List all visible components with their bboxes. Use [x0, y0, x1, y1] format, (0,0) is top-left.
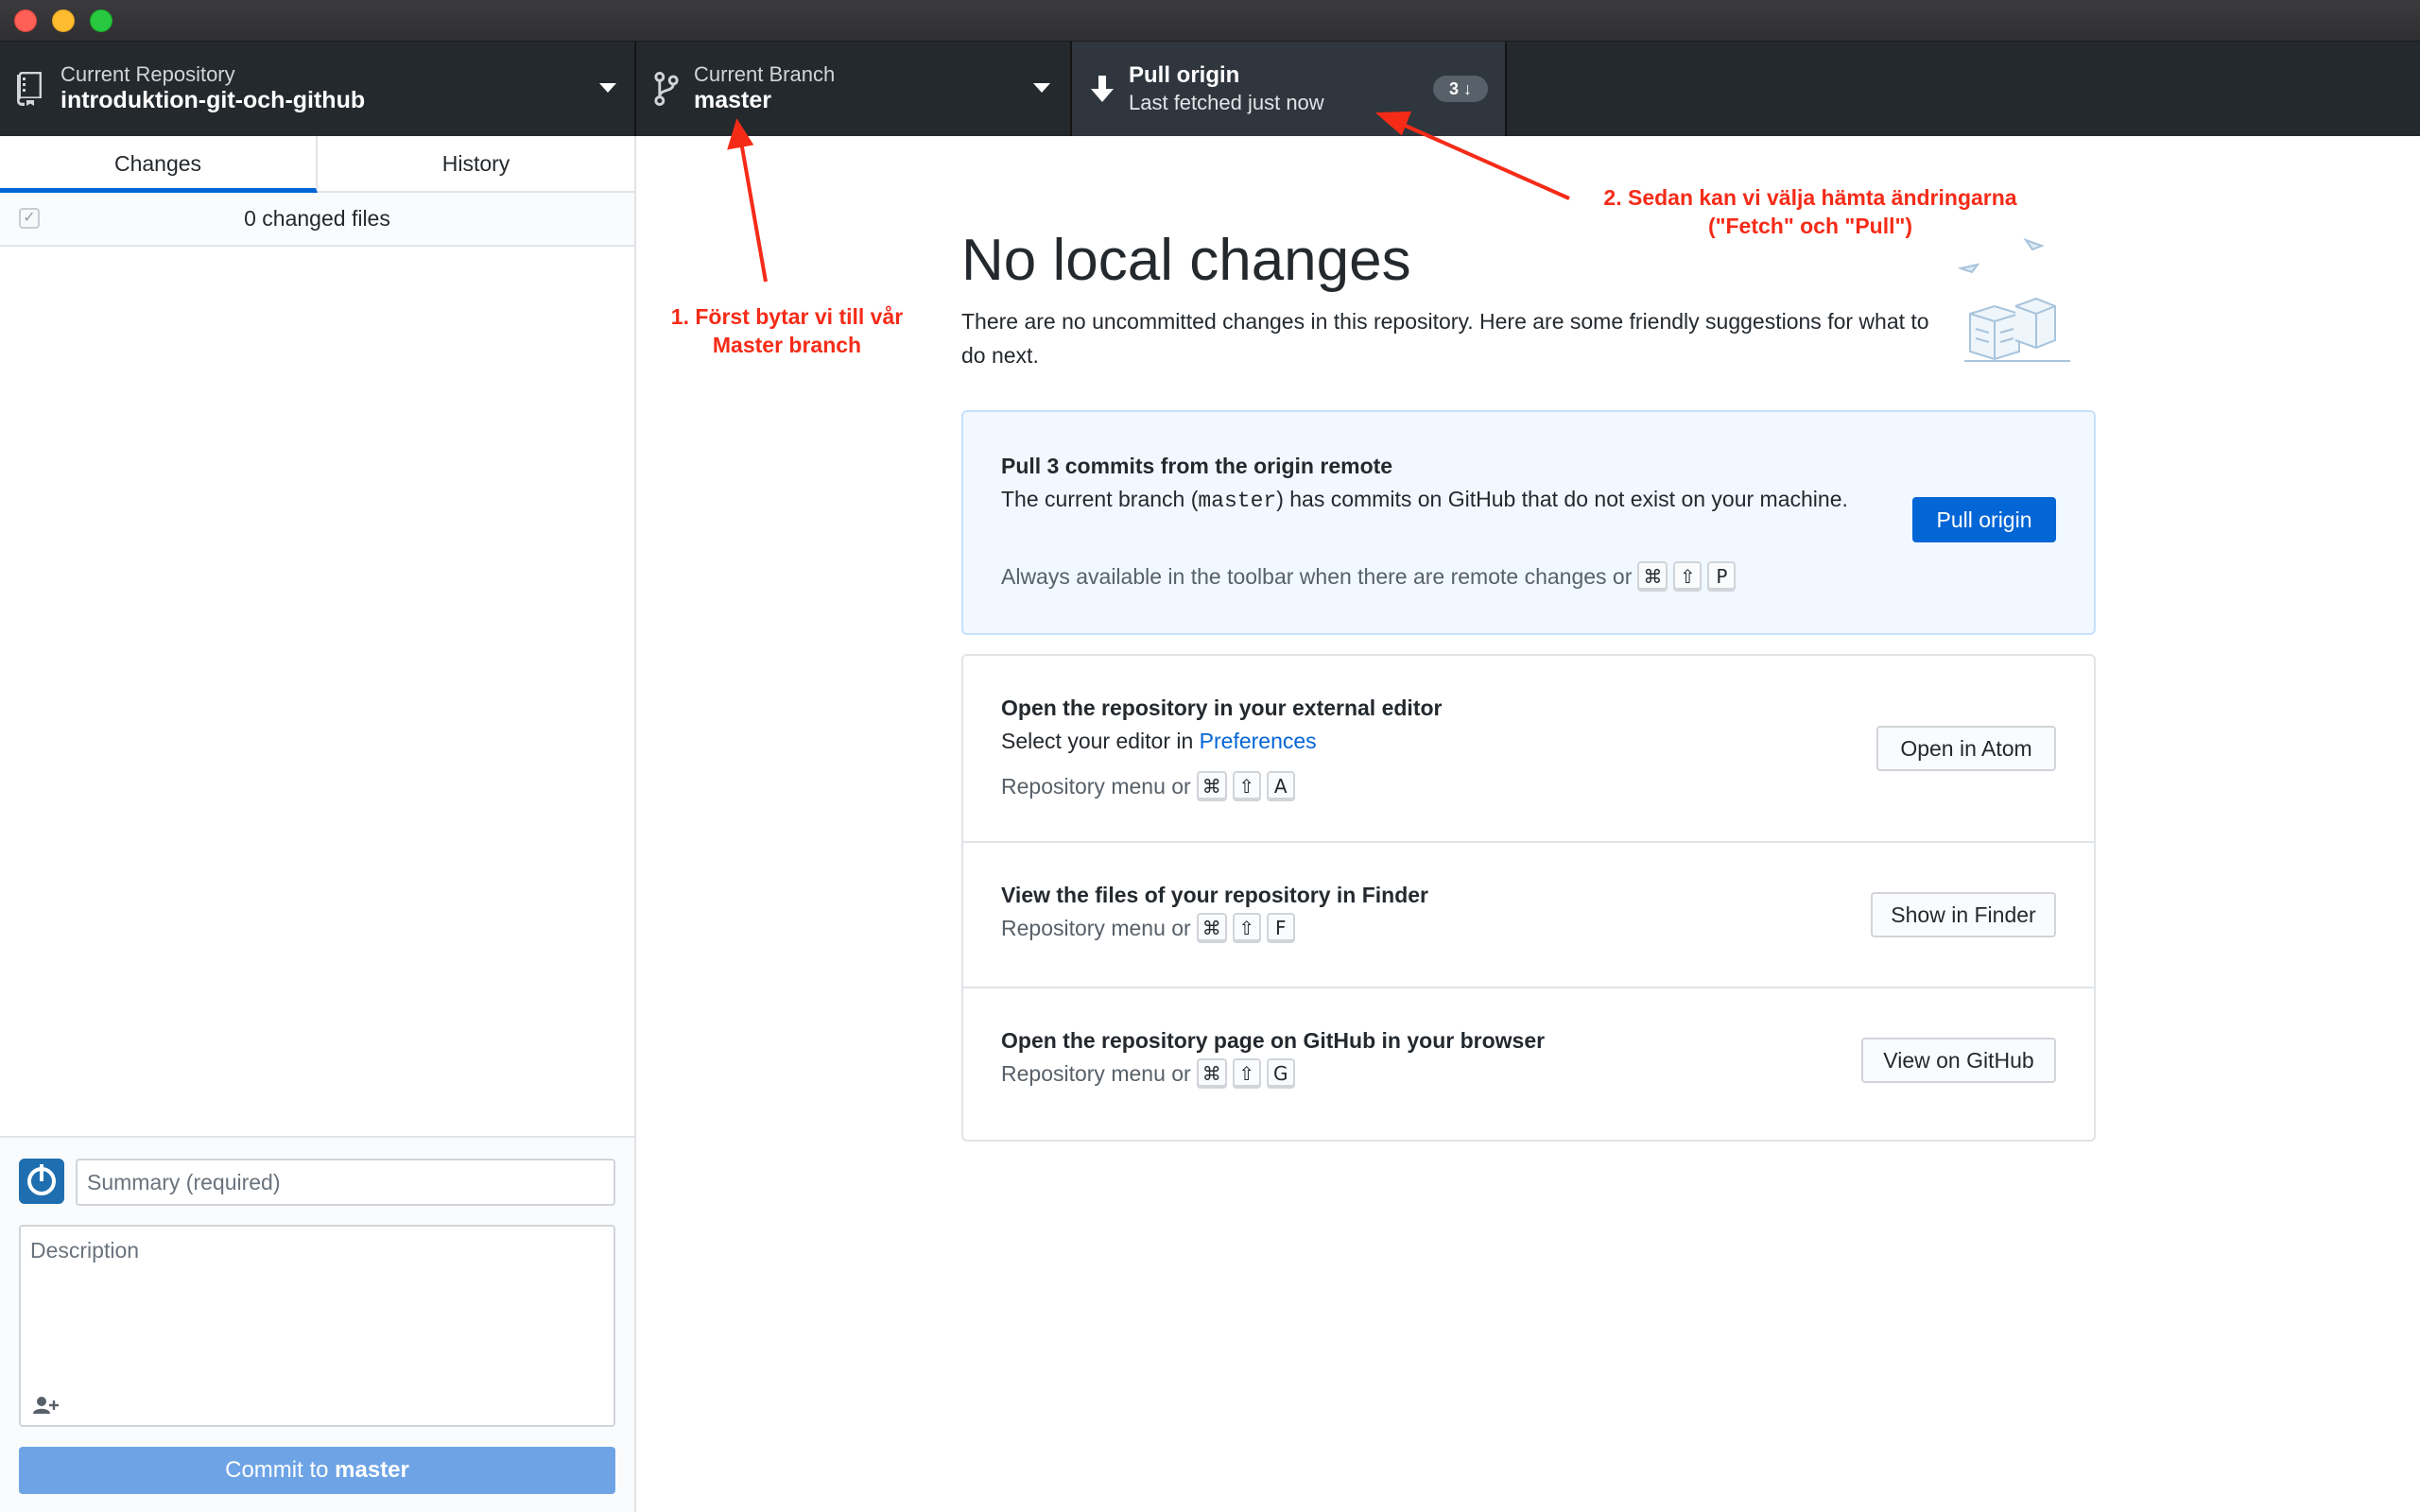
- p-key: P: [1707, 561, 1737, 592]
- open-editor-title: Open the repository in your external edi…: [1001, 696, 1443, 720]
- avatar: [19, 1159, 64, 1204]
- commit-button-prefix: Commit to: [225, 1457, 336, 1483]
- pull-card-text-after: ) has commits on GitHub that do not exis…: [1276, 487, 1848, 511]
- open-editor-hint: Repository menu or ⌘ ⇧ A: [1001, 771, 1295, 801]
- add-coauthor-icon[interactable]: [32, 1393, 60, 1418]
- tab-history[interactable]: History: [318, 136, 634, 193]
- branch-icon: [654, 72, 679, 106]
- select-all-checkbox[interactable]: ✓: [19, 208, 40, 229]
- open-editor-text: Select your editor in Preferences: [1001, 724, 1317, 758]
- intro-text: There are no uncommitted changes in this…: [961, 309, 1929, 368]
- suggestions-group: Open the repository in your external edi…: [961, 654, 2096, 1142]
- show-in-finder-hint: Repository menu or ⌘ ⇧ F: [1001, 913, 1295, 943]
- show-in-finder-card: View the files of your repository in Fin…: [963, 843, 2094, 988]
- pull-suggestion-card: Pull 3 commits from the origin remote Th…: [961, 410, 2096, 635]
- view-on-github-title: Open the repository page on GitHub in yo…: [1001, 1028, 1546, 1053]
- shift-key: ⇧: [1232, 771, 1261, 801]
- open-editor-card: Open the repository in your external edi…: [963, 656, 2094, 843]
- page-title: No local changes: [961, 228, 1411, 293]
- command-key: ⌘: [1637, 561, 1668, 592]
- commit-description-input[interactable]: [21, 1227, 614, 1387]
- commit-button-branch: master: [335, 1457, 409, 1483]
- annotation-step-1: 1. Först bytar vi till vår Master branch: [652, 302, 922, 359]
- view-on-github-card: Open the repository page on GitHub in yo…: [963, 988, 2094, 1140]
- annotation-step-2-line-1: 2. Sedan kan vi välja hämta ändringarna: [1603, 185, 2017, 210]
- repository-name: introduktion-git-och-github: [60, 87, 366, 113]
- arrow-down-icon: [1091, 76, 1114, 102]
- show-in-finder-button[interactable]: Show in Finder: [1871, 892, 2056, 937]
- sidebar-tabs: Changes History: [0, 136, 634, 193]
- tab-changes[interactable]: Changes: [0, 136, 318, 193]
- shift-key: ⇧: [1232, 913, 1261, 943]
- incoming-commits-badge: 3 ↓: [1433, 76, 1488, 102]
- annotation-step-1-line-1: 1. Först bytar vi till vår: [670, 304, 904, 329]
- window-close-button[interactable]: [14, 9, 37, 32]
- view-on-github-button[interactable]: View on GitHub: [1861, 1038, 2056, 1083]
- last-fetched-text: Last fetched just now: [1129, 91, 1324, 114]
- chevron-down-icon: [1033, 83, 1050, 93]
- command-key: ⌘: [1196, 1058, 1227, 1089]
- annotation-step-2-line-2: ("Fetch" och "Pull"): [1707, 214, 1913, 238]
- g-key: G: [1266, 1058, 1295, 1089]
- pull-card-title: Pull 3 commits from the origin remote: [1001, 454, 1393, 478]
- commit-form: Commit to master: [0, 1136, 634, 1512]
- sidebar: Changes History 0 changed files ✓ Commit…: [0, 136, 636, 1512]
- pull-origin-title: Pull origin: [1129, 62, 1240, 88]
- show-in-finder-title: View the files of your repository in Fin…: [1001, 883, 1428, 907]
- branch-label: Current Branch: [694, 62, 836, 86]
- view-on-github-hint: Repository menu or ⌘ ⇧ G: [1001, 1058, 1295, 1089]
- commit-description-box: [19, 1225, 615, 1427]
- shift-key: ⇧: [1232, 1058, 1261, 1089]
- pull-card-hint-text: Always available in the toolbar when the…: [1001, 563, 1633, 589]
- pull-card-text: The current branch (master) has commits …: [1001, 482, 1852, 518]
- command-key: ⌘: [1196, 771, 1227, 801]
- commit-summary-input[interactable]: [76, 1159, 615, 1206]
- branch-selector[interactable]: Current Branch master: [636, 42, 1072, 136]
- open-editor-text-label: Select your editor in: [1001, 729, 1194, 753]
- title-bar: [0, 0, 2420, 42]
- window-zoom-button[interactable]: [90, 9, 112, 32]
- show-in-finder-hint-text: Repository menu or: [1001, 915, 1191, 940]
- pull-origin-card-button[interactable]: Pull origin: [1912, 497, 2056, 542]
- open-editor-hint-text: Repository menu or: [1001, 773, 1191, 799]
- open-in-atom-button[interactable]: Open in Atom: [1876, 726, 2056, 771]
- user-avatar-icon: [27, 1164, 56, 1195]
- view-on-github-hint-text: Repository menu or: [1001, 1060, 1191, 1086]
- toolbar: Current Repository introduktion-git-och-…: [0, 42, 2420, 136]
- command-key: ⌘: [1196, 913, 1227, 943]
- changed-files-header: 0 changed files ✓: [0, 193, 634, 247]
- window-minimize-button[interactable]: [52, 9, 75, 32]
- repository-selector[interactable]: Current Repository introduktion-git-och-…: [0, 42, 636, 136]
- branch-name: master: [694, 87, 771, 113]
- pull-card-hint: Always available in the toolbar when the…: [1001, 561, 1737, 592]
- branch-code: master: [1198, 489, 1277, 513]
- chevron-down-icon: [599, 83, 616, 93]
- pull-card-text-before: The current branch (: [1001, 487, 1199, 511]
- annotation-step-1-line-2: Master branch: [712, 333, 862, 357]
- annotation-step-2: 2. Sedan kan vi välja hämta ändringarna …: [1569, 183, 2051, 240]
- repository-label: Current Repository: [60, 62, 235, 86]
- preferences-link[interactable]: Preferences: [1200, 729, 1317, 753]
- changed-files-count: 0 changed files: [244, 206, 390, 231]
- f-key: F: [1266, 913, 1295, 943]
- a-key: A: [1266, 771, 1295, 801]
- commit-button[interactable]: Commit to master: [19, 1447, 615, 1494]
- empty-state-illustration-icon: [1957, 238, 2070, 362]
- repo-icon: [17, 72, 42, 106]
- shift-key: ⇧: [1673, 561, 1703, 592]
